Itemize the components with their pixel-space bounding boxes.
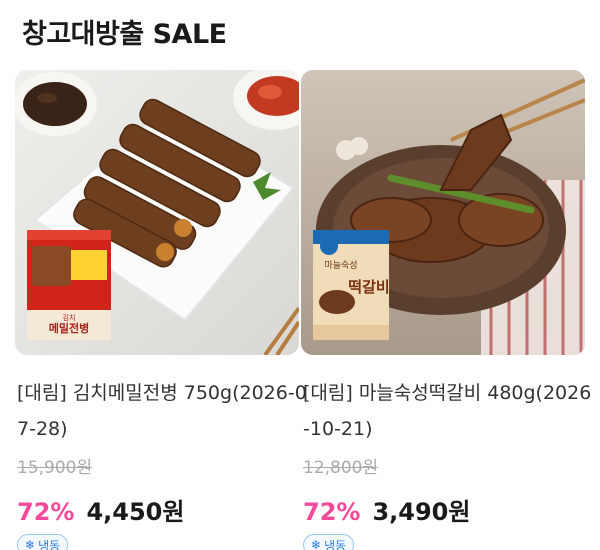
sale-price: 3,490원 [372, 498, 471, 526]
discount-rate: 72% [303, 498, 361, 526]
product-name[interactable]: [대림] 마늘숙성떡갈비 480g(2026-10-21) [301, 375, 593, 447]
svg-text:김치: 김치 [63, 313, 76, 322]
discount-rate: 72% [17, 498, 75, 526]
frozen-badge: ❄ 냉동 [17, 534, 69, 550]
frozen-badge: ❄ 냉동 [303, 534, 355, 550]
product-name[interactable]: [대림] 김치메밀전병 750g(2026-07-28) [15, 375, 307, 447]
original-price: 12,800원 [303, 458, 379, 478]
product-image[interactable]: 김치 메밀전병 [15, 70, 299, 355]
badge-label: 냉동 [38, 538, 61, 550]
section-title: 창고대방출 SALE [22, 19, 227, 50]
product-card[interactable]: 마늘숙성 떡갈비 [대림] 마늘숙성떡갈비 480g(2026-10-21) 1… [301, 70, 591, 550]
product-image[interactable]: 마늘숙성 떡갈비 [301, 70, 585, 355]
price-row: 72% 4,450원 [15, 492, 299, 526]
snowflake-icon: ❄ [311, 538, 322, 550]
price-row: 72% 3,490원 [301, 492, 585, 526]
svg-text:메밀전병: 메밀전병 [49, 321, 89, 335]
badge-label: 냉동 [324, 538, 347, 550]
svg-text:마늘숙성: 마늘숙성 [324, 260, 357, 271]
sale-price: 4,450원 [86, 498, 185, 526]
snowflake-icon: ❄ [25, 538, 36, 550]
svg-text:떡갈비: 떡갈비 [348, 278, 389, 296]
product-card[interactable]: 김치 메밀전병 [대림] 김치메밀전병 750g(2026-07-28) 15,… [15, 70, 307, 550]
original-price: 15,900원 [17, 458, 93, 478]
